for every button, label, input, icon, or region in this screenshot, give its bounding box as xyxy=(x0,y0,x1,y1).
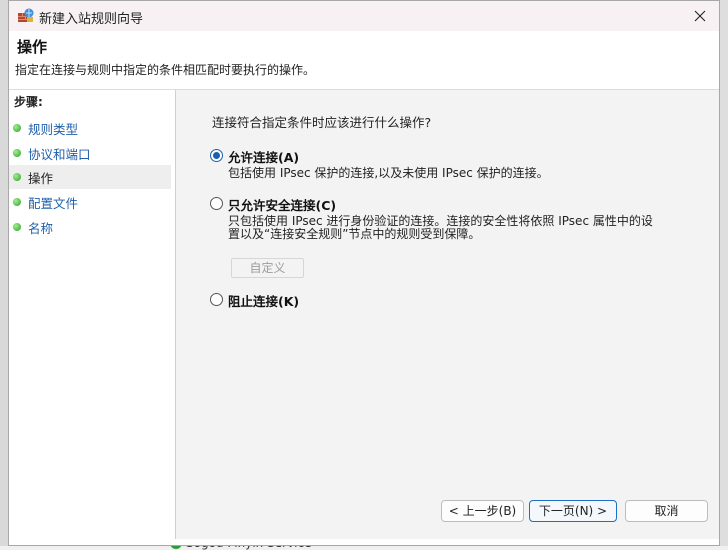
next-button[interactable]: 下一页(N) > xyxy=(529,500,617,522)
step-status-icon xyxy=(13,223,21,231)
step-label: 操作 xyxy=(28,170,54,186)
allow-connection-description: 包括使用 IPsec 保护的连接,以及未使用 IPsec 保护的连接。 xyxy=(228,166,549,180)
page-description: 指定在连接与规则中指定的条件相匹配时要执行的操作。 xyxy=(15,63,316,77)
step-name[interactable]: 名称 xyxy=(9,215,171,239)
step-label: 规则类型 xyxy=(28,121,79,137)
background-app-right-edge xyxy=(719,0,728,546)
back-button[interactable]: < 上一步(B) xyxy=(441,500,524,522)
step-status-icon xyxy=(13,149,21,157)
step-action[interactable]: 操作 xyxy=(9,165,171,189)
step-rule-type[interactable]: 规则类型 xyxy=(9,116,171,140)
step-status-icon xyxy=(13,124,21,132)
step-protocol-and-ports[interactable]: 协议和端口 xyxy=(9,141,171,165)
allow-secure-connection-description-line2: 置以及“连接安全规则”节点中的规则受到保障。 xyxy=(228,227,481,241)
firewall-icon xyxy=(18,8,34,22)
step-status-icon xyxy=(13,173,21,181)
steps-heading: 步骤: xyxy=(14,95,43,109)
page-title: 操作 xyxy=(17,38,48,56)
allow-secure-connection-label[interactable]: 只允许安全连接(C) xyxy=(228,195,336,214)
customize-button[interactable]: 自定义 xyxy=(231,258,304,278)
block-connection-radio[interactable] xyxy=(210,293,223,306)
block-connection-label[interactable]: 阻止连接(K) xyxy=(228,291,299,310)
close-icon xyxy=(694,10,706,22)
allow-connection-label[interactable]: 允许连接(A) xyxy=(228,147,299,166)
window-title: 新建入站规则向导 xyxy=(39,12,144,27)
step-status-icon xyxy=(13,198,21,206)
step-label: 名称 xyxy=(28,220,54,236)
new-inbound-rule-wizard: 新建入站规则向导 操作 指定在连接与规则中指定的条件相匹配时要执行的操作。 步骤… xyxy=(8,0,720,546)
step-label: 协议和端口 xyxy=(28,146,91,162)
action-question: 连接符合指定条件时应该进行什么操作? xyxy=(212,115,432,130)
steps-sidebar: 步骤: 规则类型 协议和端口 操作 配置文件 名称 xyxy=(9,90,175,539)
allow-connection-radio[interactable] xyxy=(210,149,223,162)
cancel-button[interactable]: 取消 xyxy=(625,500,708,522)
wizard-header: 操作 指定在连接与规则中指定的条件相匹配时要执行的操作。 xyxy=(9,31,719,90)
title-bar: 新建入站规则向导 xyxy=(9,1,719,31)
step-profile[interactable]: 配置文件 xyxy=(9,190,171,214)
allow-secure-connection-radio[interactable] xyxy=(210,197,223,210)
action-panel: 连接符合指定条件时应该进行什么操作? 允许连接(A) 包括使用 IPsec 保护… xyxy=(176,90,719,539)
close-button[interactable] xyxy=(689,5,711,27)
step-label: 配置文件 xyxy=(28,195,79,211)
